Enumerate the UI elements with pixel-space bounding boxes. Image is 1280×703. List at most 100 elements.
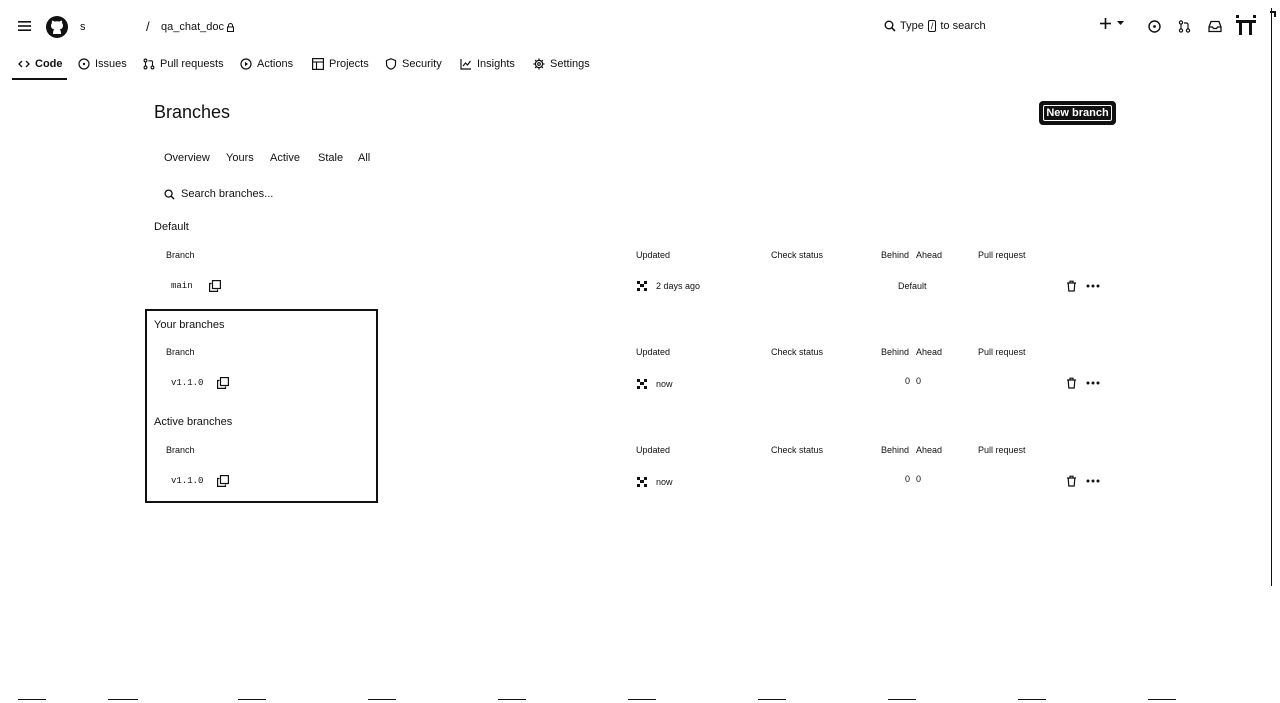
column-ahead: Ahead [916, 445, 943, 455]
column-behind: Behind [881, 250, 910, 260]
search-icon [884, 20, 896, 32]
highlight-box [145, 309, 378, 503]
scrollbar[interactable] [1270, 8, 1272, 586]
create-new-button[interactable] [1100, 18, 1124, 29]
column-check-status: Check status [771, 347, 824, 357]
column-updated: Updated [636, 445, 671, 455]
repo-name-link[interactable]: qa_chat_doc [161, 21, 234, 33]
pull-request-icon [143, 58, 155, 70]
avatar-icon [636, 378, 648, 390]
shield-icon [385, 58, 397, 70]
table-row: v1.1.0 [171, 377, 230, 389]
column-branch: Branch [166, 250, 195, 260]
more-options-icon[interactable] [1086, 284, 1100, 288]
tab-settings[interactable]: Settings [533, 55, 590, 73]
repo-owner[interactable]: s [80, 21, 86, 33]
global-search[interactable]: Type / to search [884, 20, 986, 32]
tab-code[interactable]: Code [18, 55, 63, 73]
issue-icon [78, 58, 90, 70]
column-behind: Behind [881, 445, 910, 455]
lock-icon [227, 22, 234, 32]
behind-count: 0 [905, 376, 911, 386]
branch-tab-stale[interactable]: Stale [318, 152, 343, 164]
column-pull-request: Pull request [978, 250, 1026, 260]
avatar-icon [636, 476, 648, 488]
tab-projects-label: Projects [329, 58, 369, 70]
bottom-divider [888, 699, 916, 700]
tab-actions[interactable]: Actions [240, 55, 293, 73]
updated-time: 2 days ago [656, 281, 701, 291]
caret-down-icon [1117, 21, 1124, 26]
column-check-status: Check status [771, 445, 824, 455]
updated-time: now [656, 477, 673, 487]
issues-icon[interactable] [1148, 20, 1161, 33]
column-updated: Updated [636, 250, 671, 260]
branch-name-link[interactable]: main [171, 281, 193, 291]
bottom-divider [108, 699, 138, 700]
delete-branch-icon[interactable] [1066, 475, 1077, 487]
delete-branch-icon[interactable] [1066, 280, 1077, 292]
breadcrumb-separator: / [146, 19, 150, 34]
delete-branch-icon[interactable] [1066, 377, 1077, 389]
tab-insights[interactable]: Insights [460, 55, 515, 73]
branch-tab-active[interactable]: Active [270, 152, 300, 164]
user-avatar[interactable] [1234, 14, 1258, 38]
tab-security-label: Security [402, 58, 442, 70]
search-key-hint: / [927, 20, 937, 32]
tab-pull-requests[interactable]: Pull requests [143, 55, 224, 73]
tab-pull-requests-label: Pull requests [160, 58, 224, 70]
branch-name-link[interactable]: v1.1.0 [171, 476, 203, 486]
tab-insights-label: Insights [477, 58, 515, 70]
menu-icon[interactable] [18, 20, 31, 32]
updated-cell: 2 days ago [636, 280, 700, 292]
updated-cell: now [636, 476, 673, 488]
column-ahead: Ahead [916, 347, 943, 357]
tab-issues[interactable]: Issues [78, 55, 127, 73]
graph-icon [460, 58, 472, 70]
search-suffix: to search [940, 20, 986, 32]
table-row: v1.1.0 [171, 475, 230, 487]
tab-projects[interactable]: Projects [312, 55, 369, 73]
column-updated: Updated [636, 347, 671, 357]
pull-requests-icon[interactable] [1178, 20, 1191, 33]
bottom-divider [368, 699, 396, 700]
column-branch: Branch [166, 347, 195, 357]
gear-icon [533, 58, 545, 70]
branch-search-placeholder: Search branches... [181, 188, 274, 200]
bottom-divider [18, 699, 46, 700]
tab-security[interactable]: Security [385, 55, 442, 73]
column-ahead: Ahead [916, 250, 943, 260]
branch-tab-yours[interactable]: Yours [226, 152, 254, 164]
behind-count: 0 [905, 474, 911, 484]
github-logo-icon[interactable] [45, 15, 69, 39]
play-icon [240, 58, 252, 70]
copy-icon[interactable] [217, 377, 230, 389]
branch-name-link[interactable]: v1.1.0 [171, 378, 203, 388]
bottom-divider [238, 699, 266, 700]
column-pull-request: Pull request [978, 445, 1026, 455]
tab-actions-label: Actions [257, 58, 294, 70]
more-options-icon[interactable] [1086, 381, 1100, 385]
branch-search-input[interactable]: Search branches... [164, 188, 273, 200]
table-icon [312, 58, 324, 70]
tab-issues-label: Issues [95, 58, 127, 70]
new-branch-label: New branch [1043, 105, 1112, 121]
bottom-divider [1148, 699, 1176, 700]
new-branch-button[interactable]: New branch [1039, 101, 1116, 125]
section-default-label: Default [154, 221, 189, 233]
branch-tab-all[interactable]: All [358, 152, 370, 164]
page-title: Branches [154, 102, 231, 122]
branch-tab-overview[interactable]: Overview [164, 152, 210, 164]
section-active-branches-label: Active branches [154, 416, 233, 428]
bottom-divider [498, 699, 526, 700]
column-branch: Branch [166, 445, 195, 455]
plus-icon [1100, 18, 1111, 29]
more-options-icon[interactable] [1086, 479, 1100, 483]
copy-icon[interactable] [208, 280, 221, 292]
copy-icon[interactable] [217, 475, 230, 487]
ahead-count: 0 [916, 474, 922, 484]
inbox-icon[interactable] [1208, 20, 1222, 33]
bottom-divider [1018, 699, 1046, 700]
repo-name: qa_chat_doc [161, 21, 224, 33]
tab-code-label: Code [35, 58, 63, 70]
